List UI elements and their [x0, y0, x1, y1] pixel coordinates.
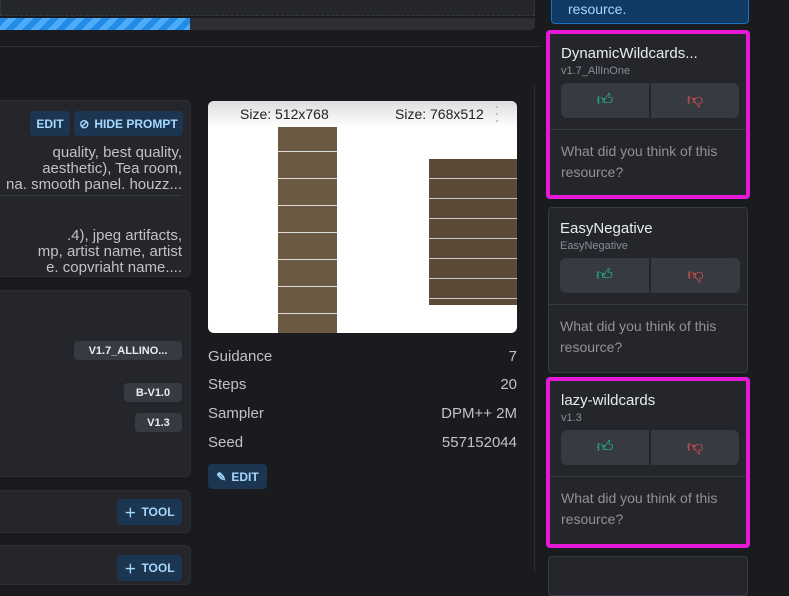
divider	[534, 85, 535, 572]
resource-version: EasyNegative	[560, 240, 628, 252]
prompt-line: na. smooth panel. houzz...	[6, 176, 182, 193]
resource-title[interactable]: lazy-wildcards	[561, 392, 746, 409]
tool-label: TOOL	[141, 561, 175, 575]
prompt-line: e. copvriaht name....	[46, 259, 182, 276]
add-tool-button[interactable]: ＋ TOOL	[117, 555, 182, 581]
thumbs-down-button[interactable]: 👎︎	[651, 258, 740, 293]
pencil-icon: ✎	[216, 469, 227, 484]
resources-panel: V1.7_ALLINO... B-V1.0 V1.3	[0, 290, 191, 477]
size-label: Size: 512x768	[240, 106, 329, 122]
negative-prompt: .4), jpeg artifacts, mp, artist name, ar…	[38, 228, 182, 276]
edit-label: EDIT	[231, 469, 259, 484]
meta-value: 20	[500, 376, 517, 393]
generated-image[interactable]: Size: 512x768 Size: 768x512 · · ·	[208, 101, 517, 333]
thumbs-down-icon: 👎︎	[686, 92, 704, 109]
edit-prompt-button[interactable]: EDIT	[30, 111, 70, 136]
resource-card: lazy-wildcards v1.3 👍︎ 👎︎ What did you th…	[546, 377, 750, 548]
version-badge: B-V1.0	[124, 383, 182, 402]
thumbs-down-button[interactable]: 👎︎	[651, 83, 739, 118]
prompt-line: quality, best quality,	[52, 144, 182, 161]
thumbs-down-button[interactable]: 👎︎	[651, 430, 739, 465]
divider	[0, 46, 540, 47]
top-box	[0, 0, 535, 16]
add-tool-button[interactable]: ＋ TOOL	[117, 499, 182, 525]
version-badge: V1.7_ALLINO...	[74, 341, 182, 360]
positive-prompt: quality, best quality, aesthetic), Tea r…	[6, 145, 182, 193]
prompt-panel: EDIT ⊘ HIDE PROMPT quality, best quality,…	[0, 100, 191, 277]
meta-row: Guidance 7	[208, 348, 517, 365]
hide-prompt-button[interactable]: ⊘ HIDE PROMPT	[74, 111, 183, 136]
thumbs-up-button[interactable]: 👍︎	[560, 258, 649, 293]
feedback-question: What did you think of this resource?	[550, 476, 746, 541]
notice-text: resource.	[568, 1, 627, 17]
meta-row: Sampler DPM++ 2M	[208, 405, 517, 422]
thumbs-up-icon: 👍︎	[596, 267, 613, 284]
image-header: Size: 512x768 Size: 768x512 · · ·	[208, 101, 517, 129]
plus-icon: ＋	[124, 561, 137, 576]
meta-label: Guidance	[208, 348, 273, 365]
prompt-line: .4), jpeg artifacts,	[66, 227, 182, 244]
thumbs-up-icon: 👍︎	[596, 92, 614, 109]
tool-panel: ＋ TOOL	[0, 490, 191, 533]
meta-value: DPM++ 2M	[441, 405, 517, 422]
thumbs-up-icon: 👍︎	[596, 439, 614, 456]
meta-value: 7	[508, 348, 517, 365]
meta-value: 557152044	[441, 434, 517, 451]
prompt-line: mp, artist name, artist	[37, 243, 182, 260]
thumbs-down-icon: 👎︎	[687, 267, 704, 284]
more-options-icon[interactable]: · · ·	[494, 101, 502, 129]
progress-bar	[0, 18, 535, 30]
version-badge: V1.3	[135, 413, 182, 432]
tool-label: TOOL	[141, 505, 175, 519]
progress-fill	[0, 18, 190, 30]
image-grid-portrait	[278, 125, 337, 333]
thumbs-down-icon: 👎︎	[686, 439, 704, 456]
resource-card: EasyNegative EasyNegative 👍︎ 👎︎ What did …	[548, 207, 748, 373]
meta-label: Sampler	[208, 405, 264, 422]
resource-version: v1.7_AllInOne	[561, 65, 631, 77]
resource-card: DynamicWildcards... v1.7_AllInOne 👍︎ 👎︎ W…	[546, 30, 750, 199]
tool-panel: ＋ TOOL	[0, 545, 191, 585]
info-notice: resource.	[551, 0, 749, 24]
thumbs-up-button[interactable]: 👍︎	[561, 83, 649, 118]
resource-title[interactable]: EasyNegative	[560, 220, 747, 237]
plus-icon: ＋	[124, 505, 137, 520]
meta-label: Seed	[208, 434, 244, 451]
divider	[1, 195, 182, 196]
feedback-question: What did you think of this resource?	[549, 304, 747, 369]
hide-prompt-label: HIDE PROMPT	[94, 116, 178, 131]
image-grid-landscape	[429, 159, 517, 305]
resource-card	[548, 556, 748, 596]
eye-off-icon: ⊘	[79, 116, 90, 131]
meta-label: Steps	[208, 376, 247, 393]
prompt-line: aesthetic), Tea room,	[42, 160, 182, 177]
resource-title[interactable]: DynamicWildcards...	[561, 45, 746, 62]
thumbs-up-button[interactable]: 👍︎	[561, 430, 649, 465]
size-label: Size: 768x512	[395, 106, 484, 122]
meta-row: Seed 557152044	[208, 434, 517, 451]
meta-row: Steps 20	[208, 376, 517, 393]
edit-label: EDIT	[36, 116, 64, 131]
resource-version: v1.3	[561, 412, 582, 424]
edit-generation-button[interactable]: ✎ EDIT	[208, 464, 267, 489]
feedback-question: What did you think of this resource?	[550, 129, 746, 194]
